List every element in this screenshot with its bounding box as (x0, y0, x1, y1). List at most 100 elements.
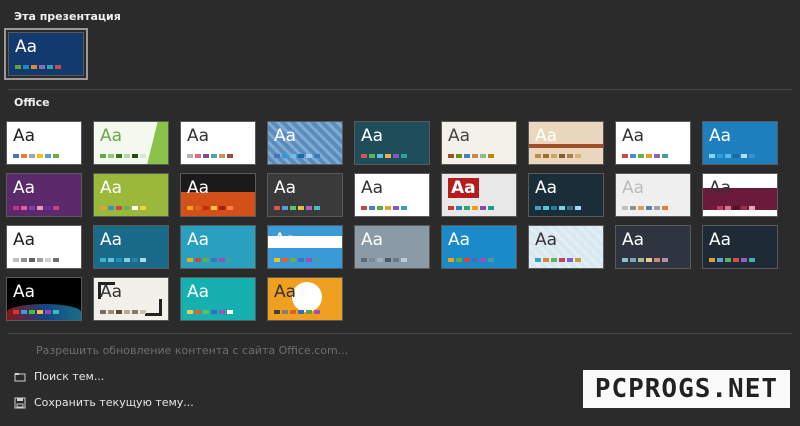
theme-sample-text: Aa (100, 230, 123, 250)
color-swatch (456, 154, 462, 158)
color-swatch (124, 154, 130, 158)
theme-thumbnail[interactable]: Aa (702, 121, 778, 165)
color-swatch (219, 258, 225, 262)
theme-sample-text: Aa (361, 126, 384, 146)
theme-sample-text: Aa (361, 230, 384, 250)
theme-thumbnail[interactable]: Aa (180, 225, 256, 269)
color-swatch (448, 206, 454, 210)
theme-thumbnail[interactable]: Aa (180, 121, 256, 165)
allow-update-menu-item: Разрешить обновление контента с сайта Of… (14, 344, 348, 357)
theme-thumbnail[interactable]: Aa (354, 173, 430, 217)
theme-thumbnail[interactable]: Aa (528, 173, 604, 217)
color-swatches (448, 258, 496, 262)
color-swatch (480, 206, 486, 210)
theme-thumbnail[interactable]: Aa (441, 173, 517, 217)
color-swatch (464, 154, 470, 158)
save-theme-menu-item[interactable]: Сохранить текущую тему... (14, 396, 194, 409)
color-swatch (290, 206, 296, 210)
theme-sample-text: Aa (187, 230, 210, 250)
theme-thumbnail[interactable]: Aa (93, 277, 169, 321)
color-swatch (39, 65, 45, 69)
theme-sample-text: Aa (274, 230, 297, 250)
theme-sample-text: Aa (709, 230, 732, 250)
theme-thumbnail[interactable]: Aa (6, 225, 82, 269)
theme-thumbnail[interactable]: Aa (267, 277, 343, 321)
theme-thumbnail[interactable]: Aa (615, 173, 691, 217)
theme-thumbnail[interactable]: Aa (702, 225, 778, 269)
color-swatch (45, 206, 51, 210)
theme-thumbnail[interactable]: Aa (180, 173, 256, 217)
theme-sample-text: Aa (448, 178, 479, 198)
theme-sample-text: Aa (448, 230, 471, 250)
color-swatch (725, 206, 731, 210)
color-swatch (749, 206, 755, 210)
color-swatch (290, 258, 296, 262)
section-title-this-presentation: Эта презентация (14, 10, 121, 23)
theme-thumbnail[interactable]: Aa (615, 225, 691, 269)
color-swatch (13, 206, 19, 210)
color-swatch (401, 206, 407, 210)
theme-thumbnail[interactable]: Aa (267, 173, 343, 217)
color-swatch (132, 206, 138, 210)
color-swatch (203, 206, 209, 210)
color-swatch (108, 206, 114, 210)
theme-thumbnail[interactable]: Aa (93, 121, 169, 165)
theme-thumbnail[interactable]: Aa (441, 121, 517, 165)
color-swatch (21, 258, 27, 262)
color-swatch (298, 258, 304, 262)
color-swatch (219, 310, 225, 314)
color-swatches (13, 154, 61, 158)
color-swatches (535, 258, 583, 262)
current-theme-thumbnail[interactable]: Aa (4, 28, 88, 80)
color-swatch (306, 206, 312, 210)
theme-thumbnail[interactable]: Aa (93, 173, 169, 217)
color-swatch (116, 258, 122, 262)
color-swatches (100, 310, 148, 314)
color-swatch (456, 258, 462, 262)
color-swatch (361, 154, 367, 158)
color-swatch (195, 258, 201, 262)
color-swatches (187, 154, 235, 158)
color-swatch (290, 310, 296, 314)
theme-thumbnail[interactable]: Aa (180, 277, 256, 321)
theme-thumbnail[interactable]: Aa (6, 277, 82, 321)
color-swatches (361, 206, 409, 210)
divider (8, 333, 792, 334)
theme-thumbnail[interactable]: Aa (441, 225, 517, 269)
theme-thumbnail[interactable]: Aa (615, 121, 691, 165)
theme-thumbnail[interactable]: Aa (6, 173, 82, 217)
color-swatch (282, 206, 288, 210)
color-swatch (646, 154, 652, 158)
color-swatch (108, 310, 114, 314)
color-swatch (116, 154, 122, 158)
color-swatch (132, 154, 138, 158)
theme-sample-text: Aa (100, 126, 123, 146)
color-swatches (274, 258, 322, 262)
theme-thumbnail[interactable]: Aa (528, 225, 604, 269)
theme-thumbnail[interactable]: Aa (6, 121, 82, 165)
color-swatch (124, 206, 130, 210)
theme-thumbnail[interactable]: Aa (702, 173, 778, 217)
theme-sample-text: Aa (274, 178, 297, 198)
color-swatch (53, 154, 59, 158)
theme-thumbnail[interactable]: Aa (267, 121, 343, 165)
color-swatch (377, 206, 383, 210)
browse-themes-menu-item[interactable]: Поиск тем... (14, 370, 104, 383)
color-swatch (646, 258, 652, 262)
theme-sample-text: Aa (187, 178, 210, 198)
color-swatch (543, 206, 549, 210)
color-swatch (211, 206, 217, 210)
color-swatch (15, 65, 21, 69)
theme-thumbnail[interactable]: Aa (354, 225, 430, 269)
color-swatches (274, 310, 322, 314)
theme-thumbnail[interactable]: Aa (93, 225, 169, 269)
color-swatch (29, 206, 35, 210)
theme-thumbnail[interactable]: Aa (528, 121, 604, 165)
color-swatches (100, 258, 148, 262)
color-swatch (654, 154, 660, 158)
theme-sample-text: Aa (13, 126, 36, 146)
theme-thumbnail[interactable]: Aa (354, 121, 430, 165)
color-swatch (488, 154, 494, 158)
theme-sample-text: Aa (709, 178, 732, 198)
theme-thumbnail[interactable]: Aa (267, 225, 343, 269)
